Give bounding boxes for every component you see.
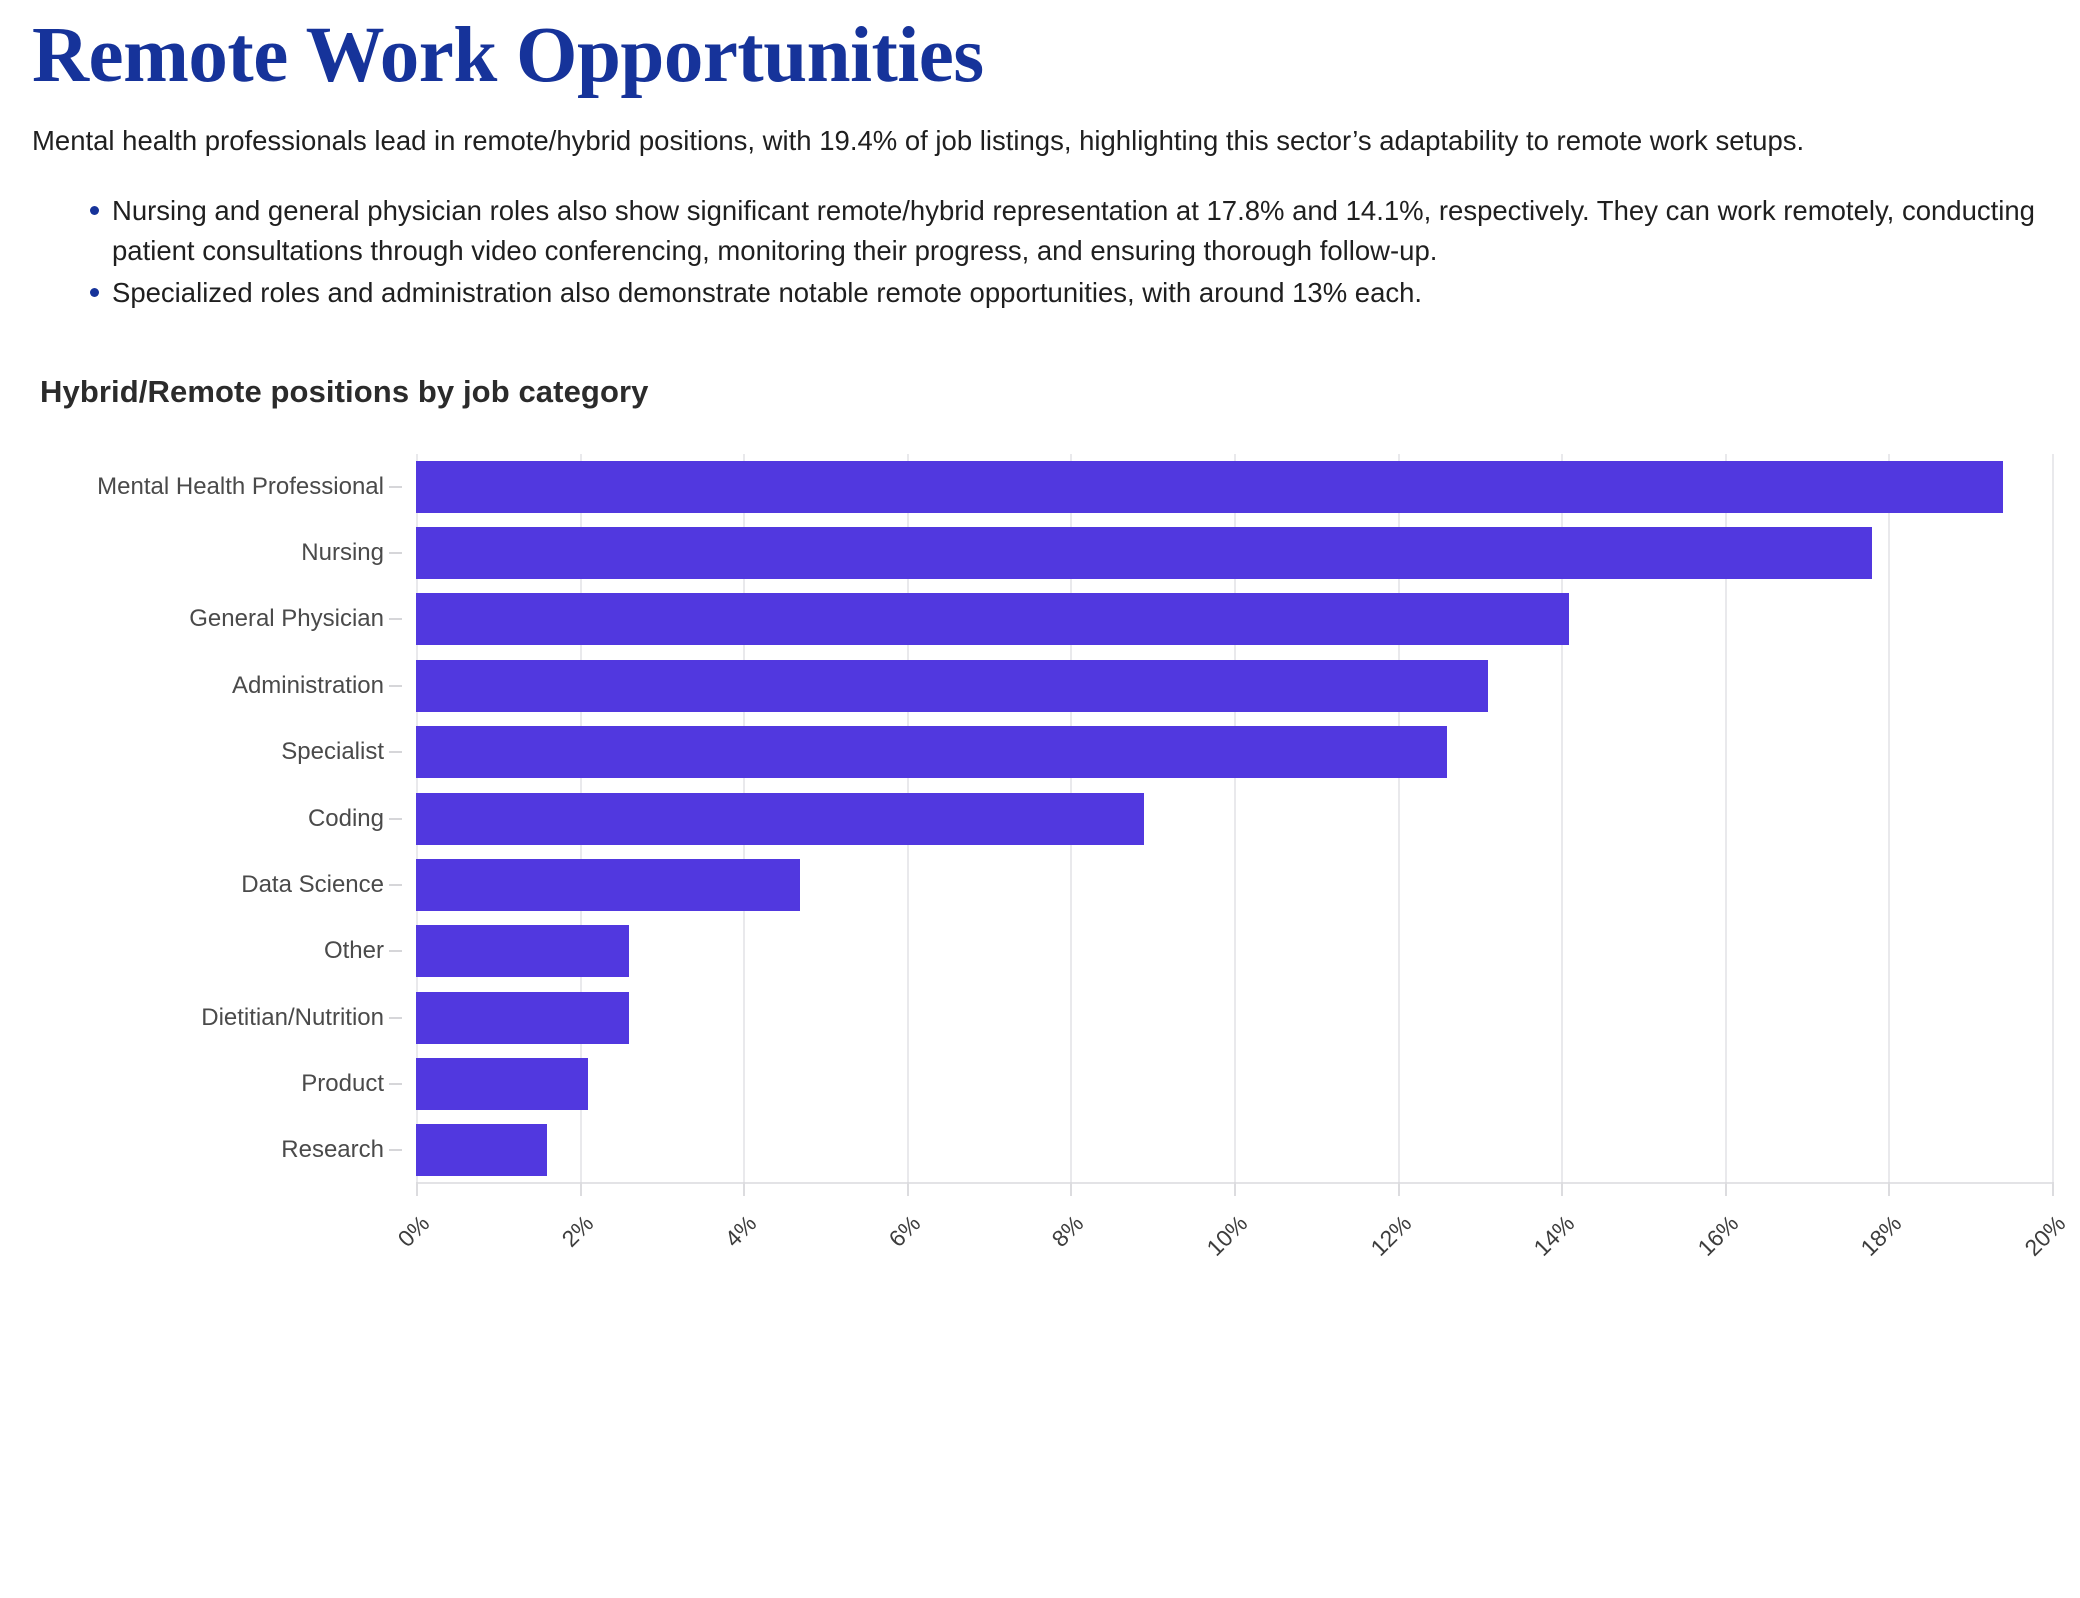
y-axis-tick [389,817,402,820]
y-axis-label: Other [323,937,384,965]
y-axis-tick [389,485,402,488]
bar[interactable] [416,726,1447,779]
x-axis-tick [416,1181,418,1196]
bar[interactable] [416,925,629,978]
x-axis-tick-labels: 0% 2% 4% 6% 8% 10% 12% 14% 16% 18% 20% [392,1181,2070,1306]
x-axis-tick [1070,1181,1073,1196]
bar-row[interactable] [416,858,801,911]
y-axis-category-labels: Mental Health Professional Nursing General… [32,454,402,1184]
page-root: Remote Work Opportunities Mental health … [0,0,2080,1598]
bar[interactable] [416,593,1570,646]
y-axis-tick [389,1149,402,1152]
bar[interactable] [416,991,629,1044]
x-axis-tick [906,1181,909,1196]
bar[interactable] [416,1058,588,1111]
y-axis-tick [389,1016,402,1019]
y-axis-label: General Physician [189,605,384,633]
y-axis-label: Research [281,1136,384,1164]
bar-row[interactable] [416,460,2003,513]
bar-row[interactable] [416,1124,547,1177]
gridline [2052,453,2054,1184]
x-axis-tick [1561,1181,1564,1196]
y-axis-tick [389,751,402,754]
y-axis-label: Mental Health Professional [97,472,384,500]
x-axis-tick [1724,1181,1727,1196]
bar[interactable] [416,527,1873,580]
x-axis-tick-label: 6% [883,1209,926,1252]
bar[interactable] [416,858,801,911]
y-axis-label: Dietitian/Nutrition [201,1003,384,1031]
x-axis-tick [1888,1181,1891,1196]
bar[interactable] [416,460,2003,513]
bar-row[interactable] [416,792,1145,845]
y-axis-label: Data Science [241,870,384,898]
x-axis-tick-label: 16% [1692,1209,1744,1261]
bar-row[interactable] [416,726,1447,779]
x-axis-tick-label: 14% [1528,1209,1580,1261]
bar-rows [416,454,2052,1184]
x-axis-tick-label: 4% [719,1209,762,1252]
lede-paragraph: Mental health professionals lead in remo… [32,125,1805,156]
x-axis-tick-label: 20% [2019,1209,2071,1261]
list-item: Nursing and general physician roles also… [90,191,2044,271]
list-item: Specialized roles and administration als… [90,273,2044,313]
y-axis-tick [389,883,402,886]
y-axis-tick [389,950,402,953]
y-axis-tick [389,552,402,555]
bar-row[interactable] [416,593,1570,646]
x-axis-tick-label: 0% [392,1209,435,1252]
plot-region [416,453,2054,1184]
page-title: Remote Work Opportunities [32,12,984,99]
bar-row[interactable] [416,659,1488,712]
chart-area: Mental Health Professional Nursing General… [32,453,2070,1261]
y-axis-label: Specialist [281,738,384,766]
y-axis-tick [389,618,402,621]
x-axis-tick [1397,1181,1400,1196]
bar-row[interactable] [416,527,1873,580]
y-axis-tick [389,684,402,687]
x-axis-tick-label: 8% [1046,1209,1089,1252]
bar-row[interactable] [416,1058,588,1111]
y-axis-label: Nursing [301,539,384,567]
bar[interactable] [416,659,1488,712]
x-axis-tick [579,1181,582,1196]
x-axis-tick [2052,1181,2054,1196]
x-axis-tick [1234,1181,1236,1196]
x-axis-tick-label: 12% [1365,1209,1416,1261]
bar-row[interactable] [416,991,629,1044]
y-axis-tick [389,1083,402,1086]
x-axis-tick [743,1181,746,1196]
bar-row[interactable] [416,925,629,978]
bullet-list: Nursing and general physician roles also… [32,191,2044,313]
chart-block: Hybrid/Remote positions by job category … [32,373,2070,1261]
y-axis-label: Product [301,1070,384,1098]
x-axis-tick-label: 18% [1855,1209,1907,1261]
bar[interactable] [416,792,1145,845]
y-axis-label: Administration [231,671,384,699]
y-axis-label: Coding [307,804,384,832]
bar[interactable] [416,1124,547,1177]
x-axis-tick-label: 2% [556,1209,598,1252]
x-axis-tick-label: 10% [1201,1209,1253,1261]
chart-title: Hybrid/Remote positions by job category [40,373,649,409]
